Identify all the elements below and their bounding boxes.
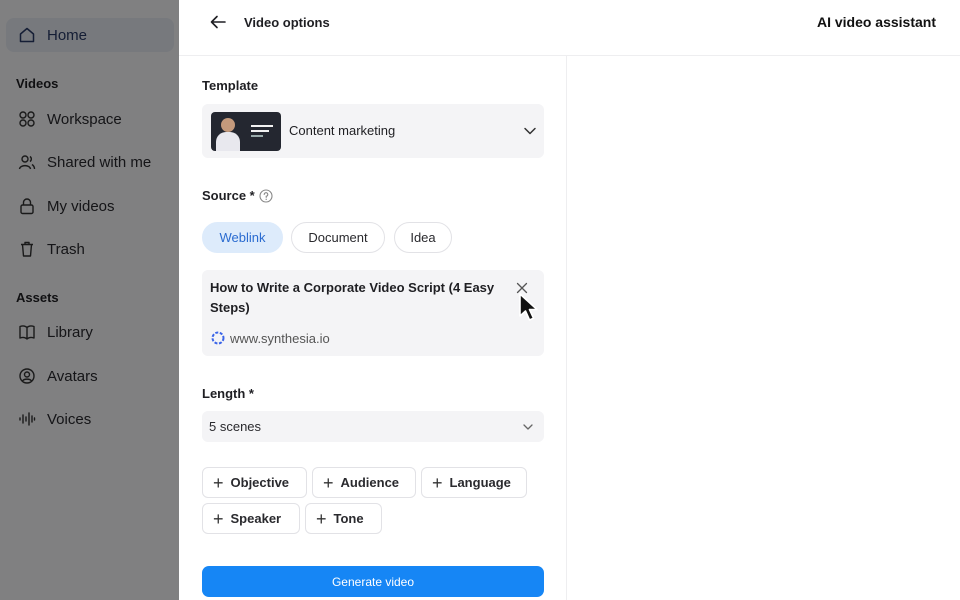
- template-label: Template: [202, 78, 259, 93]
- add-audience-button[interactable]: + Audience: [312, 467, 416, 498]
- option-label: Audience: [340, 475, 400, 490]
- source-url: www.synthesia.io: [230, 331, 330, 346]
- option-label: Speaker: [230, 511, 282, 526]
- template-select[interactable]: Content marketing: [202, 104, 544, 158]
- add-tone-button[interactable]: + Tone: [305, 503, 382, 534]
- panel-header: Video options AI video assistant: [179, 0, 960, 56]
- source-label: Source *: [202, 188, 255, 203]
- option-label: Tone: [333, 511, 364, 526]
- mouse-pointer-icon: [519, 293, 538, 321]
- arrow-left-icon: [210, 15, 226, 29]
- option-label: Objective: [230, 475, 290, 490]
- add-language-button[interactable]: + Language: [421, 467, 527, 498]
- back-button[interactable]: [207, 11, 229, 33]
- add-speaker-button[interactable]: + Speaker: [202, 503, 300, 534]
- tab-weblink[interactable]: Weblink: [202, 222, 283, 253]
- chevron-down-icon: [520, 419, 536, 435]
- page-title: Video options: [244, 15, 330, 30]
- help-icon[interactable]: [259, 189, 273, 203]
- plus-icon: +: [213, 508, 224, 529]
- template-value: Content marketing: [289, 123, 396, 138]
- source-weblink-card: How to Write a Corporate Video Script (4…: [202, 270, 544, 356]
- plus-icon: +: [213, 472, 224, 493]
- plus-icon: +: [323, 472, 334, 493]
- length-label: Length *: [202, 386, 254, 401]
- modal-overlay[interactable]: [0, 0, 179, 600]
- add-objective-button[interactable]: + Objective: [202, 467, 307, 498]
- length-value: 5 scenes: [209, 419, 262, 434]
- template-thumbnail: [211, 112, 281, 151]
- plus-icon: +: [316, 508, 327, 529]
- tab-document[interactable]: Document: [291, 222, 385, 253]
- panel-divider: [566, 56, 567, 600]
- chevron-down-icon: [522, 123, 538, 139]
- synthesia-logo-icon: [211, 331, 225, 345]
- plus-icon: +: [432, 472, 443, 493]
- generate-video-button[interactable]: Generate video: [202, 566, 544, 597]
- source-title: How to Write a Corporate Video Script (4…: [210, 280, 495, 315]
- tab-idea[interactable]: Idea: [394, 222, 452, 253]
- assistant-title: AI video assistant: [816, 14, 936, 30]
- option-label: Language: [449, 475, 511, 490]
- length-select[interactable]: 5 scenes: [202, 411, 544, 442]
